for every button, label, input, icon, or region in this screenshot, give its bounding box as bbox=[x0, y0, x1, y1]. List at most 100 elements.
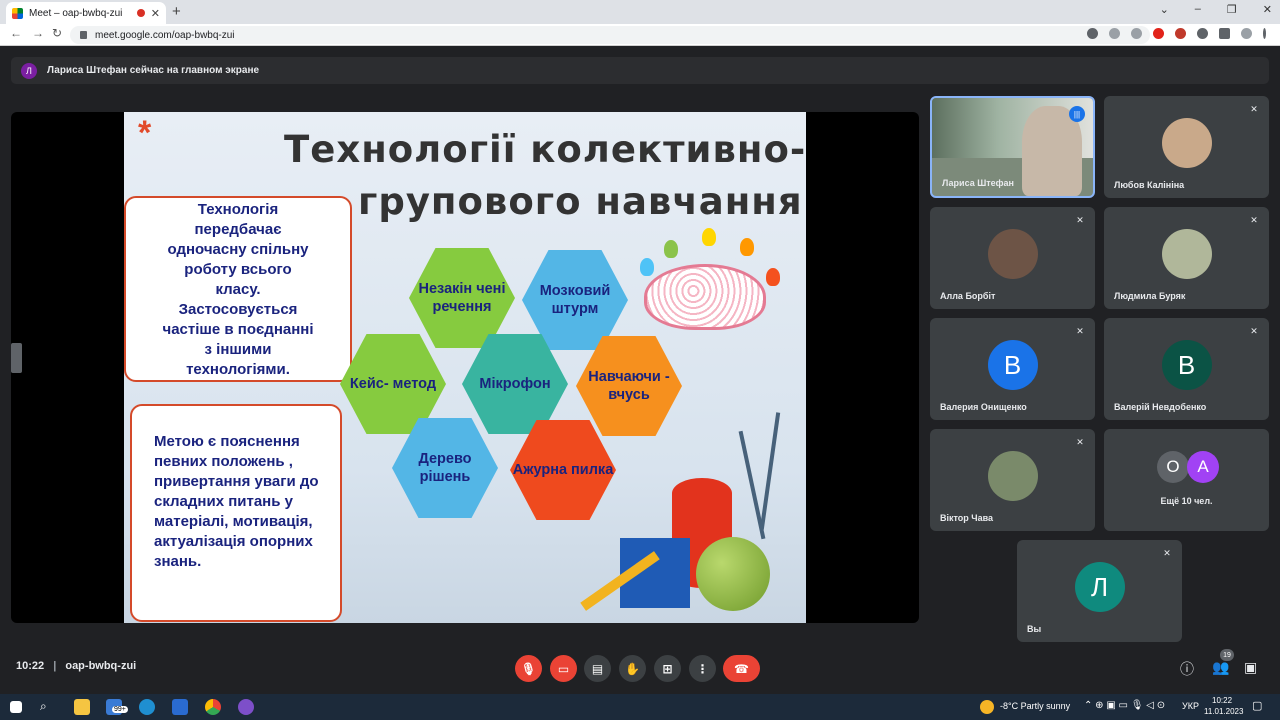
present-screen-button[interactable]: ⊞ bbox=[654, 655, 681, 682]
adblock-extension-icon[interactable] bbox=[1175, 28, 1186, 39]
people-count-badge: 19 bbox=[1220, 649, 1234, 661]
participant-avatar: O bbox=[1157, 451, 1189, 483]
close-window-button[interactable]: ✕ bbox=[1263, 3, 1272, 16]
participant-tile[interactable]: ✕ Людмила Буряк bbox=[1104, 207, 1269, 309]
reload-icon[interactable]: ↻ bbox=[52, 26, 62, 40]
taskbar-date[interactable]: 11.01.2023 bbox=[1204, 707, 1243, 716]
url-text: meet.google.com/oap-bwbq-zui bbox=[95, 29, 235, 41]
mic-muted-icon: ✕ bbox=[1076, 437, 1084, 447]
mic-muted-icon: ✕ bbox=[1076, 215, 1084, 225]
bookmark-star-icon[interactable] bbox=[1131, 28, 1142, 39]
meeting-clock: 10:22 bbox=[16, 660, 45, 672]
more-participants-tile[interactable]: O A Ещё 10 чел. bbox=[1104, 429, 1269, 531]
participant-name: Валерій Невдобенко bbox=[1114, 402, 1207, 412]
opera-extension-icon[interactable] bbox=[1153, 28, 1164, 39]
restore-button[interactable]: ❐ bbox=[1227, 3, 1237, 16]
participant-tile[interactable]: ✕ Любов Калініна bbox=[1104, 96, 1269, 198]
panel-line: актуалізація опорних bbox=[154, 533, 313, 550]
leave-call-button[interactable]: ☎ bbox=[723, 655, 760, 682]
weather-icon[interactable] bbox=[980, 700, 994, 714]
minimize-button[interactable]: – bbox=[1195, 3, 1201, 16]
mic-muted-icon: ✕ bbox=[1163, 548, 1171, 558]
file-explorer-icon[interactable] bbox=[74, 699, 90, 715]
tab-title: Meet – oap-bwbq-zui bbox=[29, 7, 123, 19]
mic-muted-icon: ✕ bbox=[1250, 104, 1258, 114]
puzzle-extensions-icon[interactable] bbox=[1197, 28, 1208, 39]
self-tile[interactable]: ✕ Л Вы bbox=[1017, 540, 1182, 642]
panel-line: складних питань у bbox=[154, 493, 293, 510]
panel-line: роботу всього bbox=[184, 261, 292, 278]
camera-toggle-button[interactable]: ▭ bbox=[550, 655, 577, 682]
more-vert-icon: ⋮ bbox=[696, 661, 709, 676]
participant-name: Людмила Буряк bbox=[1114, 291, 1186, 301]
people-icon: 👥 bbox=[1212, 659, 1230, 675]
chat-button[interactable]: ▣ bbox=[1244, 659, 1257, 676]
chat-icon: ▣ bbox=[1244, 659, 1258, 675]
tab-search-button[interactable]: ⌄ bbox=[1160, 3, 1169, 16]
sidebar-icon[interactable] bbox=[1219, 28, 1230, 39]
participant-avatar bbox=[1161, 118, 1212, 168]
taskbar-time[interactable]: 10:22 bbox=[1212, 696, 1232, 705]
menu-dots-icon[interactable] bbox=[1263, 28, 1266, 39]
browser-toolbar: ← → ↻ meet.google.com/oap-bwbq-zui bbox=[0, 24, 1280, 46]
idea-bulb-icon bbox=[640, 258, 654, 276]
recording-dot-icon bbox=[136, 9, 145, 17]
slide-title-line1: Технології колективно- bbox=[284, 128, 807, 171]
presenting-banner: Л Лариса Штефан сейчас на главном экране bbox=[11, 57, 1269, 84]
app-icon[interactable] bbox=[172, 699, 188, 715]
presenter-avatar: Л bbox=[21, 62, 37, 79]
meeting-info: 10:22 | oap-bwbq-zui bbox=[16, 660, 136, 672]
raise-hand-button[interactable]: ✋ bbox=[619, 655, 646, 682]
extensions-area bbox=[1087, 28, 1266, 39]
tab-meet[interactable]: Meet – oap-bwbq-zui ✕ bbox=[6, 2, 166, 24]
participant-tile[interactable]: ✕ Алла Борбіт bbox=[930, 207, 1095, 309]
people-button[interactable]: 👥 bbox=[1212, 659, 1229, 676]
edge-icon[interactable] bbox=[139, 699, 155, 715]
profile-avatar-icon[interactable] bbox=[1241, 28, 1252, 39]
meeting-details-button[interactable]: ⓘ bbox=[1180, 659, 1194, 679]
participant-tile[interactable]: ✕ Віктор Чава bbox=[930, 429, 1095, 531]
participant-avatar bbox=[1161, 229, 1212, 279]
chrome-icon[interactable] bbox=[205, 699, 221, 715]
search-icon[interactable]: ⌕ bbox=[40, 699, 47, 714]
meet-favicon-icon bbox=[12, 7, 23, 19]
browser-tab-strip: Meet – oap-bwbq-zui ✕ + ⌄ – ❐ ✕ bbox=[0, 0, 1280, 24]
window-controls: ⌄ – ❐ ✕ bbox=[1160, 3, 1272, 16]
participant-tile[interactable]: ✕ B Валерия Онищенко bbox=[930, 318, 1095, 420]
notifications-icon[interactable]: ▢ bbox=[1252, 699, 1262, 712]
viber-icon[interactable] bbox=[238, 699, 254, 715]
back-icon[interactable]: ← bbox=[10, 26, 22, 40]
mic-muted-icon: ✕ bbox=[1250, 326, 1258, 336]
side-panel-handle[interactable] bbox=[11, 343, 22, 373]
present-icon: ⊞ bbox=[662, 661, 673, 676]
idea-bulb-icon bbox=[740, 238, 754, 256]
participant-name: Віктор Чава bbox=[940, 513, 994, 523]
slide-star-icon: * bbox=[138, 114, 152, 152]
idea-bulb-icon bbox=[702, 228, 716, 246]
panel-line: привертання уваги до bbox=[154, 473, 319, 490]
self-name: Вы bbox=[1027, 624, 1042, 634]
tab-close-icon[interactable]: ✕ bbox=[151, 7, 160, 20]
new-tab-button[interactable]: + bbox=[172, 3, 181, 20]
camera-icon[interactable] bbox=[1087, 28, 1098, 39]
panel-line: технологіями. bbox=[186, 361, 290, 378]
mic-toggle-button[interactable]: 🎙 bbox=[515, 655, 542, 682]
share-icon[interactable] bbox=[1109, 28, 1120, 39]
weather-text[interactable]: -8°C Partly sunny bbox=[1000, 701, 1070, 711]
captions-button[interactable]: ▤ bbox=[584, 655, 611, 682]
panel-line: знань. bbox=[154, 553, 202, 570]
participant-avatar: B bbox=[1161, 340, 1212, 390]
more-options-button[interactable]: ⋮ bbox=[689, 655, 716, 682]
meeting-code: oap-bwbq-zui bbox=[65, 660, 137, 672]
windows-start-icon[interactable] bbox=[10, 701, 22, 713]
participant-tile[interactable]: ✕ B Валерій Невдобенко bbox=[1104, 318, 1269, 420]
slide-panel-purpose: Метою є пояснення певних положень , прив… bbox=[130, 404, 342, 622]
address-bar[interactable]: meet.google.com/oap-bwbq-zui bbox=[70, 26, 1150, 44]
participant-tile[interactable]: ||| Лариса Штефан bbox=[930, 96, 1095, 198]
sphere-illustration bbox=[696, 537, 770, 611]
presenting-text: Лариса Штефан сейчас на главном экране bbox=[47, 65, 260, 76]
forward-icon[interactable]: → bbox=[32, 26, 44, 40]
tray-icons[interactable]: ⌃ ⊕ ▣ ▭ 🎙 ◁ ⊙ bbox=[1084, 700, 1165, 711]
panel-line: певних положень , bbox=[154, 453, 293, 470]
input-language[interactable]: УКР bbox=[1182, 701, 1199, 711]
